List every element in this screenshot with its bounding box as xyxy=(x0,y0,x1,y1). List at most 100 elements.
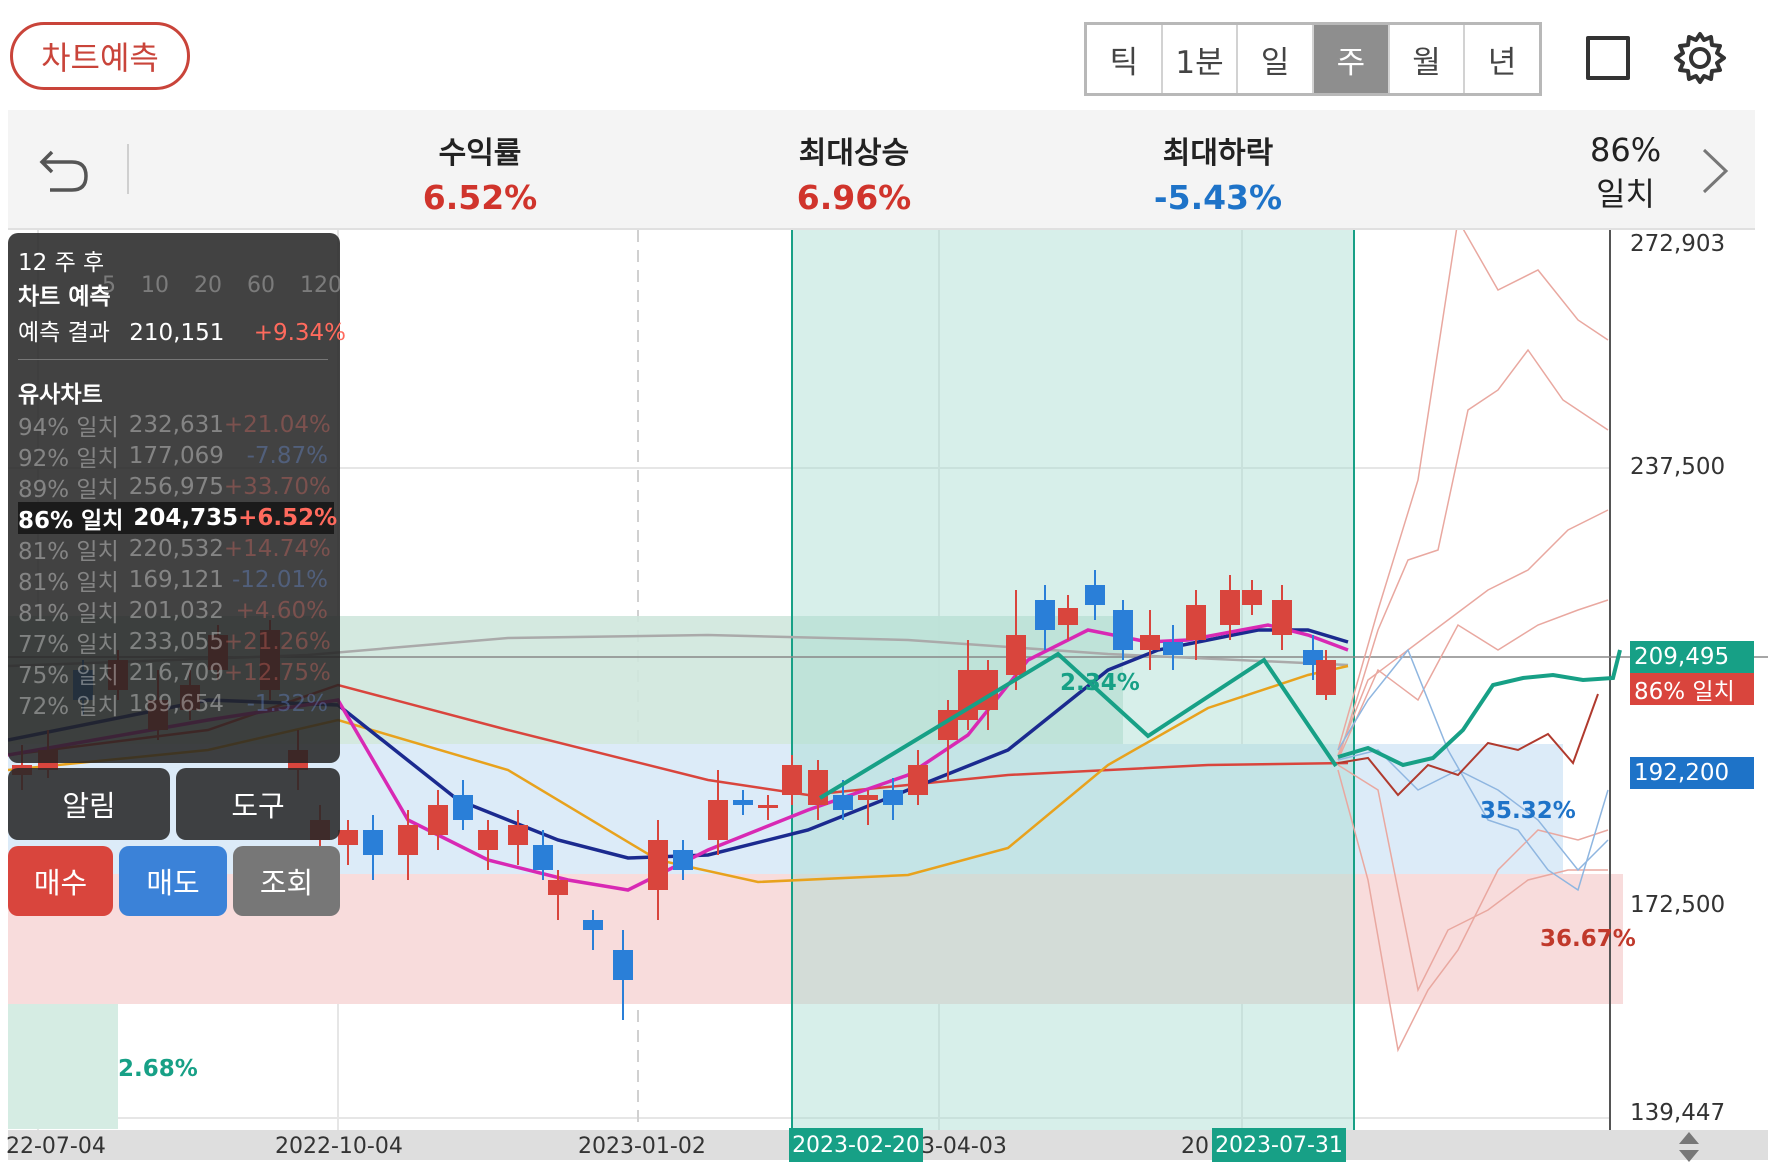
similar-chart-row[interactable]: 89% 일치 256,975 +33.70% xyxy=(18,471,334,503)
max-fall-label: 최대하락 xyxy=(1162,136,1274,171)
sell-button[interactable]: 매도 xyxy=(119,846,227,916)
similar-price: 201,032 xyxy=(128,598,224,624)
predict-result-row: 예측 결과 210,151 +9.34% xyxy=(18,313,346,347)
similar-chart-line xyxy=(1337,348,1609,761)
period-tab-2[interactable]: 일 xyxy=(1238,25,1315,93)
pct-label-left: 2.68% xyxy=(118,1056,198,1082)
max-fall-value: -5.43% xyxy=(1153,178,1283,217)
max-rise-stat: 최대상승 6.96% xyxy=(744,128,964,217)
similar-match: 75% 일치 xyxy=(18,663,119,689)
candle xyxy=(398,825,418,855)
similar-match: 86% 일치 xyxy=(18,508,124,534)
similar-chart-row[interactable]: 75% 일치 216,709 +12.75% xyxy=(18,657,334,689)
predict-result-panel: 12 주 후 5 10 20 60 120 차트 예측 예측 결과 210,15… xyxy=(8,233,346,763)
candle xyxy=(478,830,498,850)
candle xyxy=(758,805,778,808)
similar-pct: +4.60% xyxy=(235,598,328,624)
return-stat: 수익률 6.52% xyxy=(380,128,580,217)
match-summary[interactable]: 86% 일치 xyxy=(1590,128,1661,216)
ma-legend-10: 10 xyxy=(141,273,169,298)
similar-chart-row[interactable]: 92% 일치 177,069 -7.87% xyxy=(18,440,334,472)
candle xyxy=(1006,635,1026,675)
y-tick-bottom: 139,447 xyxy=(1630,1100,1726,1126)
candle xyxy=(548,880,568,895)
similar-price: 233,055 xyxy=(128,629,224,655)
candle xyxy=(1035,600,1055,630)
candle xyxy=(733,800,753,805)
similar-chart-row[interactable]: 94% 일치 232,631 +21.04% xyxy=(18,409,334,441)
similar-chart-row[interactable]: 81% 일치 220,532 +14.74% xyxy=(18,533,334,565)
similar-price: 216,709 xyxy=(128,660,224,686)
alarm-button[interactable]: 알림 xyxy=(8,768,170,840)
candle xyxy=(1113,610,1133,650)
chart-predict-button[interactable]: 차트예측 xyxy=(10,22,190,90)
stats-bar: 수익률 6.52% 최대상승 6.96% 최대하락 -5.43% xyxy=(8,110,1755,230)
x-tick-3: 2023-01-02 xyxy=(578,1134,706,1159)
x-tick-5: 20 xyxy=(1181,1134,1209,1159)
similar-chart-row[interactable]: 81% 일치 169,121 -12.01% xyxy=(18,564,334,596)
candle xyxy=(908,765,928,795)
candle xyxy=(508,825,528,845)
candle xyxy=(1186,605,1206,640)
candle xyxy=(1242,590,1262,605)
period-tab-3[interactable]: 주 xyxy=(1314,25,1390,93)
similar-chart-row[interactable]: 81% 일치 201,032 +4.60% xyxy=(18,595,334,627)
inquiry-button[interactable]: 조회 xyxy=(233,846,340,916)
period-tab-4[interactable]: 월 xyxy=(1390,25,1466,93)
match-label: 일치 xyxy=(1596,175,1655,213)
candle xyxy=(673,850,693,870)
y-tick-3: 172,500 xyxy=(1630,892,1726,918)
similar-price: 256,975 xyxy=(128,474,224,500)
period-tab-5[interactable]: 년 xyxy=(1465,25,1539,93)
x-tick-1: 22-07-04 xyxy=(6,1134,106,1159)
pct-label-blue: 35.32% xyxy=(1480,798,1576,824)
candle xyxy=(808,770,828,805)
similar-price: 204,735 xyxy=(133,505,239,531)
candle xyxy=(338,830,358,845)
similar-chart-row[interactable]: 77% 일치 233,055 +21.26% xyxy=(18,626,334,658)
tool-button[interactable]: 도구 xyxy=(176,768,340,840)
similar-chart-row[interactable]: 86% 일치 204,735 +6.52% xyxy=(18,502,337,534)
similar-pct: +21.04% xyxy=(223,412,331,438)
x-tick-4: 3-04-03 xyxy=(921,1134,1007,1159)
match-pct: 86% xyxy=(1590,131,1662,169)
gear-icon[interactable] xyxy=(1672,30,1728,86)
similar-chart-line xyxy=(1337,599,1609,761)
sort-arrows-icon[interactable] xyxy=(1676,1130,1702,1164)
chevron-right-icon[interactable] xyxy=(1700,146,1730,196)
buy-button[interactable]: 매수 xyxy=(8,846,113,916)
divider xyxy=(127,144,129,194)
candle xyxy=(833,795,853,810)
candle xyxy=(1058,608,1078,625)
max-fall-stat: 최대하락 -5.43% xyxy=(1108,128,1328,217)
similar-chart-row[interactable]: 72% 일치 189,654 -1.32% xyxy=(18,688,334,720)
return-label: 수익률 xyxy=(438,136,522,171)
similar-price: 169,121 xyxy=(128,567,224,593)
max-rise-value: 6.96% xyxy=(796,178,912,217)
candle xyxy=(1140,635,1160,650)
forecast-price-tag: 209,495 xyxy=(1630,641,1754,673)
similar-match: 77% 일치 xyxy=(18,632,119,658)
similar-match: 94% 일치 xyxy=(18,415,119,441)
similar-pct: +21.26% xyxy=(223,629,331,655)
range-start-tag: 2023-02-20 xyxy=(789,1128,923,1162)
similar-match: 81% 일치 xyxy=(18,539,119,565)
predict-result-value: 210,151 xyxy=(129,320,225,346)
weeks-after-label: 12 주 후 xyxy=(18,250,105,276)
candle xyxy=(1316,660,1336,695)
undo-icon[interactable] xyxy=(38,146,90,194)
candle xyxy=(1085,585,1105,605)
x-tick-2: 2022-10-04 xyxy=(275,1134,403,1159)
fullscreen-square-icon[interactable] xyxy=(1586,36,1630,80)
match-price-tag: 86% 일치 xyxy=(1630,673,1754,705)
candle xyxy=(583,920,603,930)
period-tab-1[interactable]: 1분 xyxy=(1163,25,1239,93)
green-zone-bottom xyxy=(8,1004,118,1129)
candle xyxy=(1272,600,1292,635)
period-tab-0[interactable]: 틱 xyxy=(1087,25,1163,93)
candle xyxy=(1163,642,1183,655)
similar-match: 92% 일치 xyxy=(18,446,119,472)
candle xyxy=(363,830,383,855)
candle xyxy=(533,845,553,870)
pct-label-mid: 2.34% xyxy=(1060,670,1140,696)
